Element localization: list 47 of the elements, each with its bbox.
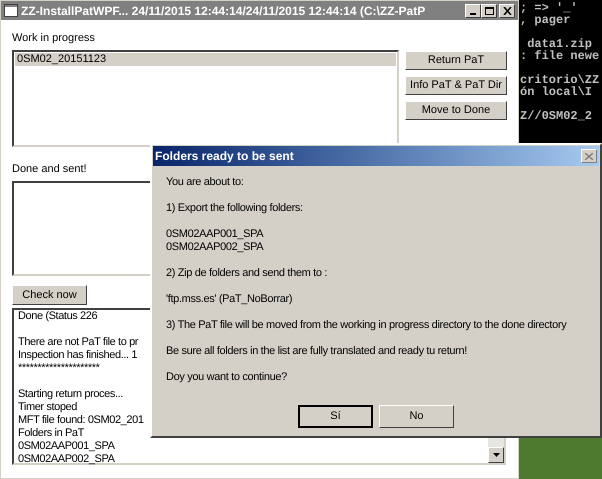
dialog-text: 2) Zip de folders and send them to :	[166, 267, 328, 280]
dialog-text: 'ftp.mss.es' (PaT_NoBorrar)	[166, 293, 294, 306]
action-button[interactable]: Move to Done	[405, 101, 507, 120]
dialog-button[interactable]: No	[379, 405, 454, 428]
dialog-text: Be sure all folders in the list are fully translated and ready tu return!	[166, 345, 468, 358]
console-line: ; => '_'	[519, 2, 579, 14]
maximize-button[interactable]	[481, 4, 497, 18]
log-line: *********************	[18, 362, 100, 375]
console-line: , pager	[519, 14, 572, 26]
dialog-text: 3) The PaT file will be moved from the working in progress directory to the done directory	[166, 319, 568, 332]
close-icon	[502, 6, 512, 14]
minimize-button[interactable]	[465, 4, 481, 18]
action-button[interactable]: Return PaT	[405, 51, 507, 70]
minimize-icon	[470, 12, 476, 14]
console-line: ón local\I	[519, 86, 594, 98]
log-line: MFT file found: 0SM02_201	[18, 414, 144, 427]
dialog-text: 0SM02AAP001_SPA	[166, 228, 264, 241]
section-label: Done and sent!	[12, 162, 88, 177]
action-button[interactable]: Info PaT & PaT Dir	[405, 76, 507, 95]
dialog-text: You are about to:	[166, 176, 244, 189]
dialog-text: 1) Export the following folders:	[166, 202, 304, 215]
list-item[interactable]: 0SM02_20151123	[15, 53, 396, 66]
log-line: Starting return proces...	[18, 388, 123, 401]
console-line: data1.zip	[526, 38, 594, 50]
scroll-down-button[interactable]	[488, 447, 504, 463]
log-line: Inspection has finished... 1	[18, 349, 138, 362]
console-line: critorio\ZZ	[519, 74, 600, 86]
maximize-icon	[484, 6, 494, 14]
dialog-text: 0SM02AAP002_SPA	[166, 241, 264, 254]
close-button[interactable]	[499, 4, 515, 18]
console-line: : file newe	[519, 50, 600, 62]
log-line: Folders in PaT	[18, 427, 84, 440]
log-line: Done (Status 226	[18, 310, 98, 323]
console-line: Z//0SM02_2	[519, 110, 594, 122]
dialog-button[interactable]: Sí	[298, 405, 373, 428]
down-arrow-icon	[492, 453, 500, 457]
close-icon	[585, 152, 593, 160]
section-label: Work in progress	[12, 31, 96, 46]
log-line: Timer stoped	[18, 401, 77, 414]
log-line: 0SM02AAP001_SPA	[18, 440, 115, 453]
check-now-button[interactable]: Check now	[12, 285, 87, 305]
dialog-title: Folders ready to be sent	[155, 148, 295, 165]
log-line: 0SM02AAP002_SPA	[18, 453, 115, 466]
log-line: There are not PaT file to pr	[18, 336, 138, 349]
dialog-text: Doy you want to continue?	[166, 371, 288, 384]
window-title: ZZ-InstallPatWPF... 24/11/2015 12:44:14/24/11/2015 12:44:14 (C:\ZZ-PatP	[21, 2, 426, 20]
app-window-icon	[4, 4, 18, 17]
